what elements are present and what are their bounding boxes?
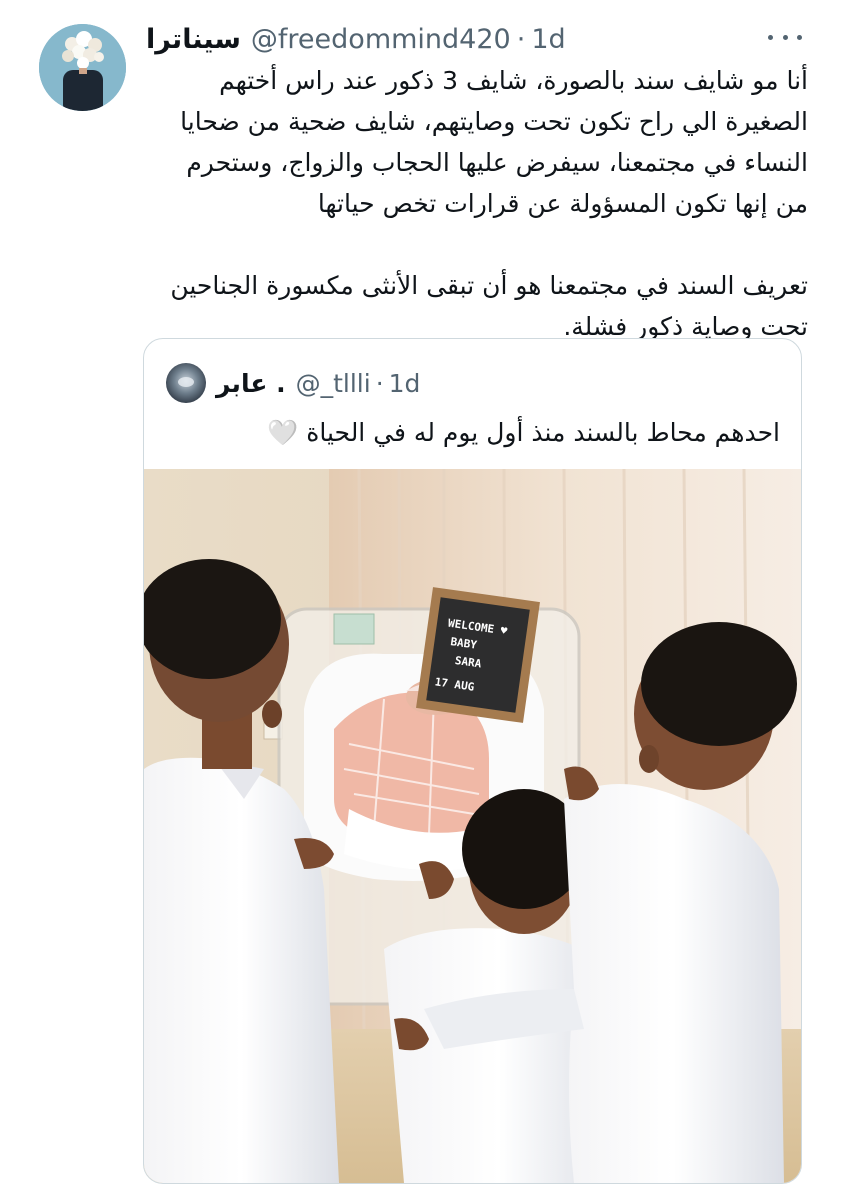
quoted-tweet-card[interactable]: عابر . @_tllli · 1d احدهم محاط بالسند من…: [143, 338, 802, 1184]
tweet-paragraph-2: تعريف السند في مجتمعنا هو أن تبقى الأنثى…: [170, 271, 808, 341]
quoted-tweet-photo[interactable]: WELCOME ♥ BABY SARA 17 AUG: [144, 469, 801, 1183]
quoted-timestamp[interactable]: 1d: [389, 369, 421, 398]
quoted-tweet-header: عابر . @_tllli · 1d: [166, 361, 420, 405]
tweet-timestamp[interactable]: 1d: [531, 24, 565, 55]
photo-illustration: WELCOME ♥ BABY SARA 17 AUG: [144, 469, 801, 1183]
author-display-name[interactable]: سيناترا: [146, 24, 241, 55]
tweet-paragraph-1: أنا مو شايف سند بالصورة، شايف 3 ذكور عند…: [180, 66, 808, 218]
author-avatar[interactable]: [39, 24, 126, 111]
quoted-display-name[interactable]: عابر .: [216, 369, 286, 398]
author-handle[interactable]: @freedommind420: [251, 24, 511, 55]
letter-board: WELCOME ♥ BABY SARA 17 AUG: [416, 587, 540, 723]
quoted-author-avatar[interactable]: [166, 363, 206, 403]
quoted-avatar-image: [166, 363, 206, 403]
tweet-text: أنا مو شايف سند بالصورة، شايف 3 ذكور عند…: [146, 60, 808, 347]
quoted-handle[interactable]: @_tllli: [296, 369, 371, 398]
tweet-header: سيناترا @freedommind420 · 1d: [146, 20, 566, 58]
more-horizontal-icon[interactable]: [768, 26, 802, 48]
separator-dot: ·: [375, 368, 384, 398]
avatar-image: [39, 24, 126, 111]
quoted-tweet-text: احدهم محاط بالسند منذ أول يوم له في الحي…: [267, 418, 780, 447]
separator-dot: ·: [516, 23, 526, 55]
